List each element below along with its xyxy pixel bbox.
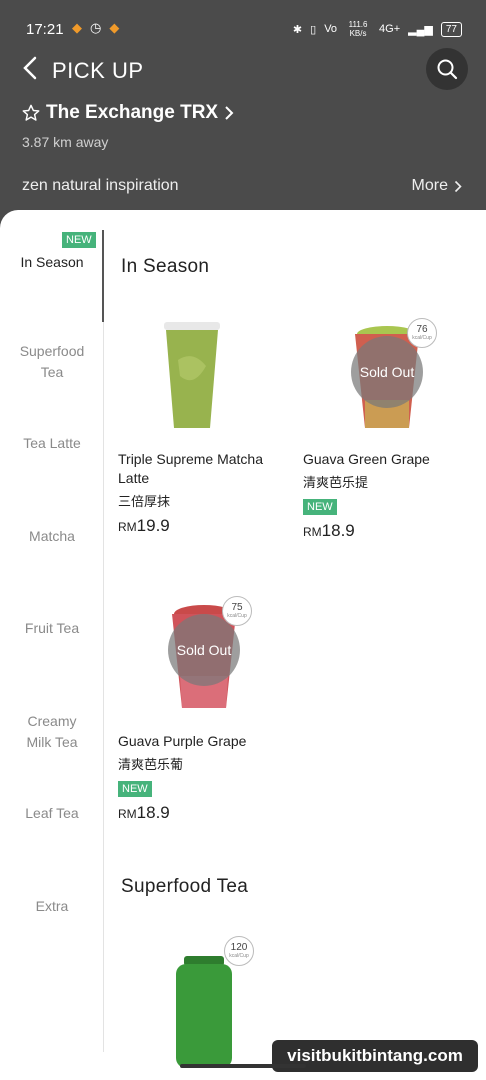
- product-price: RM19.9: [118, 516, 293, 536]
- product-name: Triple Supreme Matcha Latte: [118, 451, 263, 486]
- signal-icon: ▂▄▆: [408, 23, 433, 36]
- new-badge: NEW: [303, 499, 337, 515]
- page-title: PICK UP: [52, 58, 144, 83]
- calorie-badge: 76 kcal/Cup: [407, 318, 437, 348]
- network-speed: 111.6 KB/s: [348, 20, 368, 38]
- calorie-badge: 120 kcal/Cup: [224, 936, 254, 966]
- calorie-unit: kcal/Cup: [412, 335, 432, 341]
- product-image: [118, 310, 293, 450]
- home-indicator[interactable]: [180, 1064, 306, 1068]
- store-name: The Exchange TRX: [46, 102, 219, 123]
- search-button[interactable]: [426, 48, 468, 90]
- app-notification-icon: ◆: [72, 20, 82, 35]
- calorie-value: 120: [230, 942, 248, 953]
- sidebar-item-creamy-milk-tea[interactable]: Creamy Milk Tea: [0, 711, 104, 753]
- product-name-chinese: 清爽芭乐葡: [118, 757, 184, 772]
- clock-icon: ◷: [90, 20, 102, 35]
- status-time: 17:21: [26, 21, 64, 38]
- star-outline-icon[interactable]: [22, 104, 40, 122]
- network-type: 4G+: [379, 23, 401, 35]
- chevron-right-icon: [225, 106, 234, 120]
- product-name-chinese: 三倍厚抹: [118, 494, 171, 509]
- sidebar-item-leaf-tea[interactable]: Leaf Tea: [0, 803, 104, 824]
- section-title-in-season: In Season: [121, 256, 210, 277]
- store-distance: 3.87 km away: [22, 134, 109, 150]
- sidebar-item-matcha[interactable]: Matcha: [0, 526, 104, 547]
- calorie-value: 75: [231, 602, 243, 613]
- product-image: Sold Out 76 kcal/Cup: [303, 310, 478, 450]
- new-badge: NEW: [62, 232, 96, 248]
- sidebar-item-fruit-tea[interactable]: Fruit Tea: [0, 618, 104, 639]
- search-icon: [437, 59, 458, 80]
- sidebar-item-tea-latte[interactable]: Tea Latte: [0, 433, 104, 454]
- price-currency: RM: [118, 520, 137, 534]
- product-card[interactable]: 120 kcal/Cup: [118, 932, 293, 1072]
- product-name: Guava Purple Grape: [118, 733, 247, 749]
- product-price: RM18.9: [303, 521, 478, 541]
- header: 17:21 ◆ ◷ ◆ ✱ ▯ Vo 111.6 KB/s 4G+ ▂▄▆ 77…: [0, 0, 486, 228]
- calorie-badge: 75 kcal/Cup: [222, 596, 252, 626]
- top-navigation: PICK UP: [0, 48, 486, 98]
- chevron-right-icon: [454, 180, 462, 192]
- vibrate-icon: ▯: [310, 23, 317, 36]
- price-amount: 18.9: [321, 521, 355, 540]
- brand-row: zen natural inspiration More: [0, 168, 486, 204]
- menu-sheet: NEW In Season Superfood Tea Tea Latte Ma…: [0, 210, 486, 1080]
- product-card[interactable]: Triple Supreme Matcha Latte 三倍厚抹 RM19.9: [118, 310, 293, 536]
- more-label: More: [411, 177, 448, 194]
- price-amount: 18.9: [136, 803, 170, 822]
- app-notification-icon: ◆: [109, 20, 120, 35]
- store-selector[interactable]: The Exchange TRX: [22, 102, 234, 124]
- battery-indicator: 77: [440, 21, 462, 37]
- sidebar-item-extra[interactable]: Extra: [0, 896, 104, 917]
- product-card[interactable]: Sold Out 76 kcal/Cup Guava Green Grape 清…: [303, 310, 478, 541]
- new-badge: NEW: [118, 781, 152, 797]
- volte-icon: Vo: [324, 23, 338, 35]
- section-title-superfood-tea: Superfood Tea: [121, 876, 249, 897]
- status-indicators: ✱ ▯ Vo 111.6 KB/s 4G+ ▂▄▆ 77: [293, 20, 462, 38]
- product-name: Guava Green Grape: [303, 451, 430, 467]
- chevron-left-icon: [23, 56, 37, 80]
- sidebar-item-in-season[interactable]: In Season: [0, 252, 104, 273]
- product-list: In Season Triple Supreme Matcha Latte 三倍…: [104, 210, 486, 1080]
- product-card[interactable]: Sold Out 75 kcal/Cup Guava Purple Grape …: [118, 592, 293, 823]
- product-name-chinese: 清爽芭乐提: [303, 475, 369, 490]
- product-price: RM18.9: [118, 803, 293, 823]
- calorie-unit: kcal/Cup: [227, 613, 247, 619]
- price-amount: 19.9: [136, 516, 170, 535]
- sidebar-item-superfood-tea[interactable]: Superfood Tea: [0, 341, 104, 383]
- category-sidebar: NEW In Season Superfood Tea Tea Latte Ma…: [0, 210, 104, 1080]
- sold-out-overlay: Sold Out: [168, 614, 240, 686]
- calorie-unit: kcal/Cup: [229, 953, 249, 959]
- product-image: 120 kcal/Cup: [118, 932, 293, 1072]
- notification-icons: ◆ ◷ ◆: [72, 20, 119, 36]
- more-link[interactable]: More: [412, 177, 462, 195]
- price-currency: RM: [303, 525, 322, 539]
- price-currency: RM: [118, 807, 137, 821]
- back-button[interactable]: [22, 56, 44, 82]
- bluetooth-icon: ✱: [292, 23, 303, 36]
- brand-slogan: zen natural inspiration: [22, 177, 179, 194]
- calorie-value: 76: [416, 324, 428, 335]
- product-image: Sold Out 75 kcal/Cup: [118, 592, 293, 732]
- sold-out-overlay: Sold Out: [351, 336, 423, 408]
